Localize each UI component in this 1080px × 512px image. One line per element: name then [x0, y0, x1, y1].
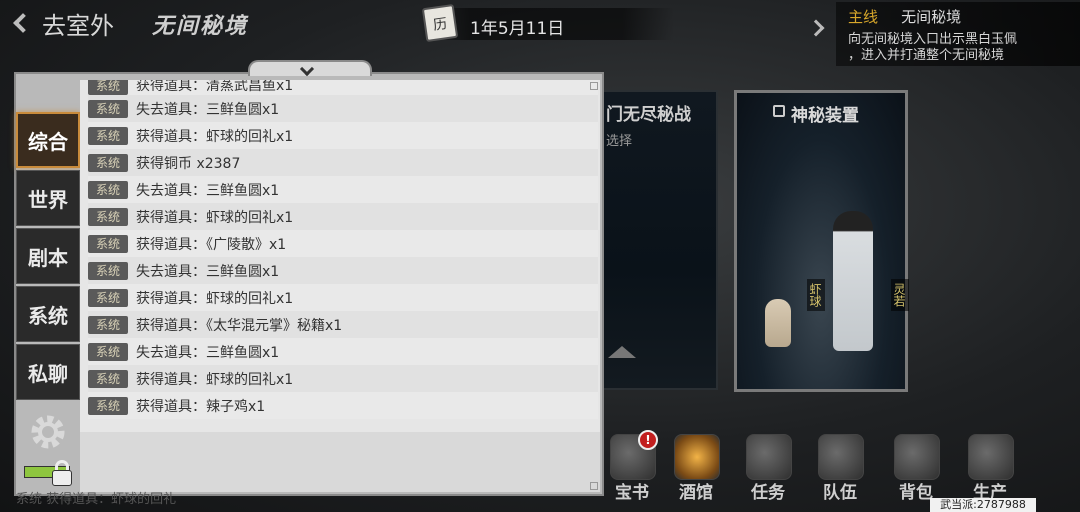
- endless-battle-card[interactable]: 门无尽秘战 选择: [600, 90, 718, 390]
- notification-badge: !: [638, 430, 658, 450]
- message-text: 获得道具：辣子鸡x1: [136, 398, 266, 415]
- card-title: 门无尽秘战: [606, 105, 691, 125]
- chat-message: 系统 获得道具：虾球的回礼x1: [88, 203, 598, 230]
- message-text: 获得道具：虾球的回礼x1: [136, 128, 294, 145]
- channel-badge: 系统: [88, 315, 128, 334]
- chat-message: 系统 获得道具：虾球的回礼x1: [88, 365, 598, 392]
- channel-badge: 系统: [88, 80, 128, 95]
- menu-item-tasks[interactable]: 任务: [736, 432, 800, 512]
- chevron-down-icon: [299, 61, 315, 77]
- chat-message: 系统 获得铜币 x2387: [88, 149, 598, 176]
- date-text: 1年5月11日: [470, 19, 565, 39]
- lock-scroll-button[interactable]: [24, 458, 76, 490]
- quest-desc-line-2: ，进入并打通整个无间秘境: [848, 48, 1005, 63]
- chat-message: 系统 获得道具：虾球的回礼x1: [88, 284, 598, 311]
- player-id: 武当派:2787988: [930, 498, 1036, 512]
- menu-item-label: 酒馆: [679, 483, 713, 503]
- channel-badge: 系统: [88, 234, 128, 253]
- chat-message: 系统 失去道具：三鲜鱼圆x1: [88, 338, 598, 365]
- chat-message: 系统 获得道具：《太华混元掌》秘籍x1: [88, 311, 598, 338]
- back-label: 去室外: [42, 11, 114, 40]
- background-chat-line: 系统 获得道具：虾球的回礼: [16, 492, 177, 507]
- lock-body: [52, 470, 72, 486]
- anvil-icon: [968, 434, 1014, 480]
- message-text: 失去道具：三鲜鱼圆x1: [136, 263, 280, 280]
- message-text: 失去道具：三鲜鱼圆x1: [136, 344, 280, 361]
- message-text: 获得道具：虾球的回礼x1: [136, 290, 294, 307]
- menu-item-tavern[interactable]: 酒馆: [664, 432, 728, 512]
- chat-message: 系统 获得道具：辣子鸡x1: [88, 392, 598, 419]
- message-text: 获得道具：《太华混元掌》秘籍x1: [136, 317, 343, 334]
- quest-type: 主线: [848, 8, 879, 26]
- tab-general[interactable]: 综合: [16, 112, 80, 168]
- channel-badge: 系统: [88, 153, 128, 172]
- chevron-left-icon: [13, 13, 33, 33]
- chat-message-list: 系统 获得道具：清蒸武昌鱼x1 系统 失去道具：三鲜鱼圆x1 系统 获得道具：虾…: [88, 80, 598, 419]
- npc-name-tag: 灵若: [891, 279, 909, 311]
- top-bar: 去室外 无间秘境 1年5月11日 主线 无间秘境 向无间秘境入口出示黑白玉佩 ，…: [0, 0, 1080, 66]
- chevron-right-icon[interactable]: [807, 19, 825, 37]
- channel-badge: 系统: [88, 288, 128, 307]
- collapse-chat-handle[interactable]: [248, 60, 372, 77]
- cat-character: [765, 299, 791, 347]
- channel-badge: 系统: [88, 207, 128, 226]
- chat-empty-area: [80, 432, 600, 492]
- message-text: 获得道具：清蒸武昌鱼x1: [136, 80, 294, 94]
- channel-badge: 系统: [88, 369, 128, 388]
- channel-badge: 系统: [88, 126, 128, 145]
- message-text: 获得道具：虾球的回礼x1: [136, 371, 294, 388]
- mystery-device-card[interactable]: 神秘装置 虾球 灵若: [734, 90, 909, 392]
- message-text: 获得道具：虾球的回礼x1: [136, 209, 294, 226]
- swords-icon: [818, 434, 864, 480]
- menu-item-label: 宝书: [615, 483, 649, 503]
- scroll-icon: [746, 434, 792, 480]
- channel-badge: 系统: [88, 180, 128, 199]
- chat-message-panel[interactable]: 系统 获得道具：清蒸武昌鱼x1 系统 失去道具：三鲜鱼圆x1 系统 获得道具：虾…: [80, 80, 600, 492]
- corner-marker: [590, 82, 598, 90]
- menu-item-book[interactable]: ! 宝书: [600, 430, 664, 512]
- quest-name: 无间秘境: [901, 8, 962, 26]
- message-text: 获得道具：《广陵散》x1: [136, 236, 287, 253]
- tab-private[interactable]: 私聊: [16, 344, 80, 400]
- back-button[interactable]: 去室外: [8, 6, 114, 40]
- npc-character: [833, 211, 873, 351]
- gear-icon: [31, 415, 65, 449]
- menu-item-label: 队伍: [823, 483, 857, 503]
- chat-message: 系统 获得道具：虾球的回礼x1: [88, 122, 598, 149]
- date-display: 1年5月11日: [418, 3, 674, 43]
- npc-name-tag: 虾球: [807, 279, 825, 311]
- tab-world[interactable]: 世界: [16, 170, 80, 226]
- quest-desc-line-1: 向无间秘境入口出示黑白玉佩: [848, 32, 1018, 47]
- tab-system[interactable]: 系统: [16, 286, 80, 342]
- menu-item-label: 任务: [751, 483, 785, 503]
- corner-marker: [590, 482, 598, 490]
- chat-message: 系统 失去道具：三鲜鱼圆x1: [88, 95, 598, 122]
- menu-item-team[interactable]: 队伍: [808, 432, 872, 512]
- tab-script[interactable]: 剧本: [16, 228, 80, 284]
- channel-badge: 系统: [88, 342, 128, 361]
- bag-icon: [894, 434, 940, 480]
- channel-badge: 系统: [88, 396, 128, 415]
- calendar-icon: [421, 3, 459, 43]
- quest-description: 向无间秘境入口出示黑白玉佩 ，进入并打通整个无间秘境: [848, 32, 1072, 64]
- chat-message: 系统 失去道具：三鲜鱼圆x1: [88, 176, 598, 203]
- chat-message: 系统 获得道具：清蒸武昌鱼x1: [88, 80, 598, 95]
- card-title: 神秘装置: [791, 106, 859, 126]
- message-text: 获得铜币 x2387: [136, 155, 241, 172]
- chat-settings-button[interactable]: [28, 412, 68, 452]
- channel-badge: 系统: [88, 261, 128, 280]
- chat-message: 系统 获得道具：《广陵散》x1: [88, 230, 598, 257]
- chevron-up-icon: [608, 344, 636, 358]
- channel-badge: 系统: [88, 99, 128, 118]
- lantern-icon: [674, 434, 720, 480]
- location-title: 无间秘境: [152, 13, 249, 39]
- chat-message: 系统 失去道具：三鲜鱼圆x1: [88, 257, 598, 284]
- message-text: 失去道具：三鲜鱼圆x1: [136, 101, 280, 118]
- message-text: 失去道具：三鲜鱼圆x1: [136, 182, 280, 199]
- card-subtitle: 选择: [606, 134, 633, 149]
- quest-tracker[interactable]: 主线 无间秘境 向无间秘境入口出示黑白玉佩 ，进入并打通整个无间秘境: [836, 2, 1080, 66]
